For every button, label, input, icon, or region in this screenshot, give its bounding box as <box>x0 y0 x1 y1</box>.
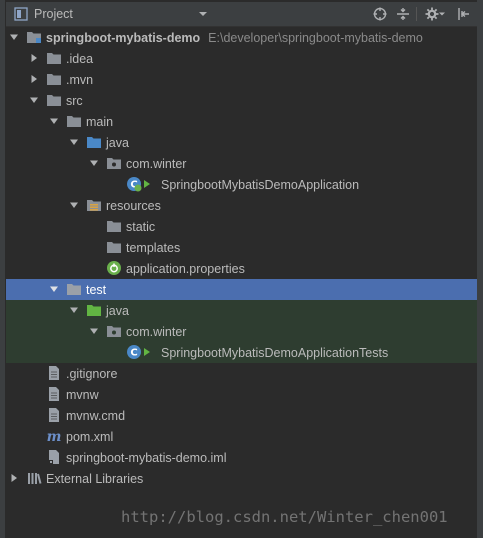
folder-icon <box>106 218 122 234</box>
project-root-label: springboot-mybatis-demo E:\developer\spri… <box>46 31 423 45</box>
class-label-tests: SpringbootMybatisDemoApplicationTests <box>161 346 389 360</box>
tree-row-main[interactable]: main <box>6 111 477 132</box>
text-file-icon <box>46 407 62 423</box>
run-marker-icon <box>142 176 152 192</box>
package-label-main: com.winter <box>126 157 187 171</box>
tree-row-package-main[interactable]: com.winter <box>6 153 477 174</box>
folder-label-mvn: .mvn <box>66 73 94 87</box>
collapsed-arrow-icon[interactable] <box>9 473 19 483</box>
tree-row-mvnw-cmd[interactable]: mvnw.cmd <box>6 405 477 426</box>
package-label-test: com.winter <box>126 325 187 339</box>
expanded-arrow-icon[interactable] <box>89 326 99 336</box>
folder-label-src: src <box>66 94 83 108</box>
run-marker-icon <box>142 344 152 360</box>
svg-text:m: m <box>47 429 62 444</box>
tree-row-java-main[interactable]: java <box>6 132 477 153</box>
folder-label-java-main: java <box>106 136 129 150</box>
test-source-folder-icon <box>86 302 102 318</box>
toolbar-separator <box>416 7 417 21</box>
maven-icon: m <box>46 428 62 444</box>
project-root-path: E:\developer\springboot-mybatis-demo <box>208 31 423 45</box>
tree-row-mvnw[interactable]: mvnw <box>6 384 477 405</box>
expanded-arrow-icon[interactable] <box>89 158 99 168</box>
file-label-mvnw: mvnw <box>66 388 99 402</box>
tree-row-gitignore[interactable]: .gitignore <box>6 363 477 384</box>
tree-row-test-class[interactable]: C SpringbootMybatisDemoApplicationTests <box>6 342 477 363</box>
tree-row-src[interactable]: src <box>6 90 477 111</box>
gear-dropdown-chevron-icon[interactable] <box>438 6 446 22</box>
watermark-text: http://blog.csdn.net/Winter_chen001 <box>121 508 448 526</box>
tree-row-package-test[interactable]: com.winter <box>6 321 477 342</box>
expanded-arrow-icon[interactable] <box>9 32 19 42</box>
package-icon <box>106 323 122 339</box>
folder-icon <box>66 113 82 129</box>
expanded-arrow-icon[interactable] <box>69 137 79 147</box>
tree-row-mvn[interactable]: .mvn <box>6 69 477 90</box>
module-folder-icon <box>26 29 42 45</box>
expanded-arrow-icon[interactable] <box>49 116 59 126</box>
expanded-arrow-icon[interactable] <box>69 200 79 210</box>
expanded-arrow-icon[interactable] <box>69 305 79 315</box>
tree-row-application-properties[interactable]: application.properties <box>6 258 477 279</box>
collapsed-arrow-icon[interactable] <box>29 53 39 63</box>
tree-row-test[interactable]: test <box>6 279 477 300</box>
file-label-gitignore: .gitignore <box>66 367 118 381</box>
file-label-pom: pom.xml <box>66 430 114 444</box>
tree-row-application-class[interactable]: C SpringbootMybatisDemoApplication <box>6 174 477 195</box>
locate-target-icon[interactable] <box>372 6 388 22</box>
folder-icon <box>66 281 82 297</box>
tree-row-external-libraries[interactable]: External Libraries <box>6 468 477 489</box>
class-icon: C <box>126 344 142 360</box>
project-view-selector[interactable]: Project <box>34 2 73 26</box>
hide-panel-icon[interactable] <box>455 6 471 22</box>
resources-folder-icon <box>86 197 102 213</box>
expanded-arrow-icon[interactable] <box>49 284 59 294</box>
right-tool-strip <box>476 0 483 538</box>
folder-label-resources: resources <box>106 199 161 213</box>
spring-boot-class-icon: C <box>126 176 142 192</box>
module-file-icon <box>46 449 62 465</box>
folder-label-test: test <box>86 283 107 297</box>
folder-icon <box>46 71 62 87</box>
folder-icon <box>46 50 62 66</box>
dropdown-chevron-icon[interactable] <box>195 6 211 22</box>
folder-label-java-test: java <box>106 304 129 318</box>
tree-row-static[interactable]: static <box>6 216 477 237</box>
source-folder-icon <box>86 134 102 150</box>
folder-label-idea: .idea <box>66 52 94 66</box>
project-tool-window: Project springboot-mybatis-demo E:\devel… <box>0 0 483 538</box>
text-file-icon <box>46 365 62 381</box>
collapsed-arrow-icon[interactable] <box>29 74 39 84</box>
folder-icon <box>46 92 62 108</box>
project-tree: springboot-mybatis-demo E:\developer\spri… <box>6 27 477 507</box>
project-toolbar: Project <box>6 2 477 27</box>
libraries-icon <box>26 470 42 486</box>
folder-icon <box>106 239 122 255</box>
package-icon <box>106 155 122 171</box>
tree-row-resources[interactable]: resources <box>6 195 477 216</box>
collapse-all-icon[interactable] <box>395 6 411 22</box>
spring-properties-file-icon <box>106 260 122 276</box>
tree-row-iml[interactable]: springboot-mybatis-demo.iml <box>6 447 477 468</box>
tree-row-idea[interactable]: .idea <box>6 48 477 69</box>
external-libraries-label: External Libraries <box>46 472 144 486</box>
svg-text:C: C <box>130 348 137 359</box>
project-view-icon <box>13 6 29 22</box>
tree-row-project-root[interactable]: springboot-mybatis-demo E:\developer\spri… <box>6 27 477 48</box>
tree-row-pom[interactable]: m pom.xml <box>6 426 477 447</box>
text-file-icon <box>46 386 62 402</box>
class-label-application: SpringbootMybatisDemoApplication <box>161 178 360 192</box>
view-title: Project <box>34 7 73 21</box>
folder-label-templates: templates <box>126 241 181 255</box>
file-label-mvnw-cmd: mvnw.cmd <box>66 409 126 423</box>
expanded-arrow-icon[interactable] <box>29 95 39 105</box>
file-label-application-properties: application.properties <box>126 262 245 276</box>
file-label-iml: springboot-mybatis-demo.iml <box>66 451 227 465</box>
tree-row-java-test[interactable]: java <box>6 300 477 321</box>
tree-row-templates[interactable]: templates <box>6 237 477 258</box>
folder-label-static: static <box>126 220 156 234</box>
folder-label-main: main <box>86 115 114 129</box>
